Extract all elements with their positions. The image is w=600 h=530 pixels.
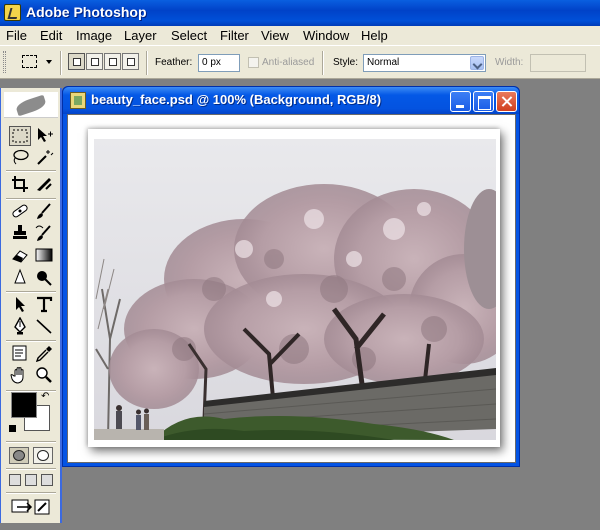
standard-screen-mode-button[interactable] [9, 474, 21, 486]
eyedropper-tool-icon[interactable] [33, 344, 55, 364]
toolbox-header-feather-logo[interactable] [4, 92, 58, 118]
menu-filter[interactable]: Filter [220, 28, 249, 43]
crop-tool-icon[interactable] [9, 175, 31, 195]
menu-layer[interactable]: Layer [124, 28, 157, 43]
document-title-bar[interactable]: beauty_face.psd @ 100% (Background, RGB/… [63, 87, 519, 114]
menu-window[interactable]: Window [303, 28, 349, 43]
app-title: Adobe Photoshop [26, 4, 147, 20]
history-brush-tool-icon[interactable] [33, 224, 55, 244]
intersect-selection-button[interactable] [122, 53, 139, 70]
separator [6, 291, 56, 293]
tool-preset-dropdown-icon[interactable] [46, 60, 52, 64]
photoshop-app-icon[interactable] [4, 4, 21, 21]
style-select[interactable]: Normal [363, 54, 486, 72]
menu-bar: File Edit Image Layer Select Filter View… [0, 26, 600, 45]
feather-label: Feather: [155, 57, 193, 68]
separator [60, 51, 62, 75]
blur-tool-icon[interactable] [9, 268, 31, 288]
cherry-blossom-photo[interactable] [94, 139, 496, 440]
eraser-tool-icon[interactable] [9, 246, 31, 266]
hand-tool-icon[interactable] [9, 366, 31, 386]
separator [6, 441, 56, 443]
document-canvas-area[interactable] [67, 114, 516, 463]
feather-input[interactable]: 0 px [198, 54, 240, 72]
notes-tool-icon[interactable] [9, 344, 31, 364]
healing-brush-tool-icon[interactable] [9, 202, 31, 222]
close-button[interactable] [496, 91, 517, 112]
jump-to-imageready-button[interactable] [9, 497, 53, 517]
options-bar-grip[interactable] [3, 51, 6, 73]
quick-mask-mode-button[interactable] [33, 447, 53, 464]
separator [322, 51, 324, 75]
separator [6, 492, 56, 494]
separator [6, 340, 56, 342]
rectangular-marquee-tool-icon[interactable] [9, 126, 31, 146]
menu-image[interactable]: Image [76, 28, 112, 43]
swap-colors-icon[interactable]: ↶ [41, 391, 49, 402]
type-tool-icon[interactable] [33, 295, 55, 315]
anti-aliased-label: Anti-aliased [262, 57, 315, 68]
separator [6, 468, 56, 470]
maximize-button[interactable] [473, 91, 494, 112]
menu-file[interactable]: File [6, 28, 27, 43]
chevron-down-icon[interactable] [470, 56, 484, 70]
separator [6, 198, 56, 200]
subtract-from-selection-button[interactable] [104, 53, 121, 70]
menu-view[interactable]: View [261, 28, 289, 43]
menu-edit[interactable]: Edit [40, 28, 62, 43]
new-selection-button[interactable] [68, 53, 85, 70]
style-select-value: Normal [367, 57, 400, 68]
slice-tool-icon[interactable] [33, 175, 55, 195]
default-colors-icon[interactable] [9, 425, 16, 432]
clone-stamp-tool-icon[interactable] [9, 224, 31, 244]
options-bar: Feather: 0 px Anti-aliased Style: Normal… [0, 45, 600, 79]
pen-tool-icon[interactable] [9, 316, 31, 337]
gradient-tool-icon[interactable] [33, 246, 55, 266]
zoom-tool-icon[interactable] [33, 366, 55, 386]
minimize-button[interactable] [450, 91, 471, 112]
tool-preset-marquee-icon[interactable] [22, 55, 37, 68]
full-screen-menu-mode-button[interactable] [25, 474, 37, 486]
line-tool-icon[interactable] [33, 317, 55, 337]
menu-help[interactable]: Help [361, 28, 388, 43]
foreground-color-swatch[interactable] [11, 392, 37, 418]
path-selection-tool-icon[interactable] [9, 295, 31, 315]
add-to-selection-button[interactable] [86, 53, 103, 70]
lasso-tool-icon[interactable] [9, 148, 31, 168]
photo-frame [88, 129, 500, 447]
menu-select[interactable]: Select [171, 28, 207, 43]
standard-mode-button[interactable] [9, 447, 29, 464]
dodge-tool-icon[interactable] [33, 268, 55, 288]
brush-tool-icon[interactable] [33, 202, 55, 222]
document-window: beauty_face.psd @ 100% (Background, RGB/… [62, 86, 520, 467]
separator [146, 51, 148, 75]
style-label: Style: [333, 57, 359, 68]
anti-aliased-checkbox[interactable] [248, 57, 259, 68]
document-image-icon[interactable] [70, 92, 86, 109]
move-tool-icon[interactable] [33, 126, 55, 146]
width-label: Width: [495, 57, 524, 68]
separator [6, 170, 56, 172]
magic-wand-tool-icon[interactable] [33, 148, 55, 168]
app-title-bar: Adobe Photoshop [0, 0, 600, 26]
width-input[interactable] [530, 54, 586, 72]
toolbox: ↶ [0, 88, 62, 523]
full-screen-mode-button[interactable] [41, 474, 53, 486]
document-title: beauty_face.psd @ 100% (Background, RGB/… [91, 92, 382, 107]
